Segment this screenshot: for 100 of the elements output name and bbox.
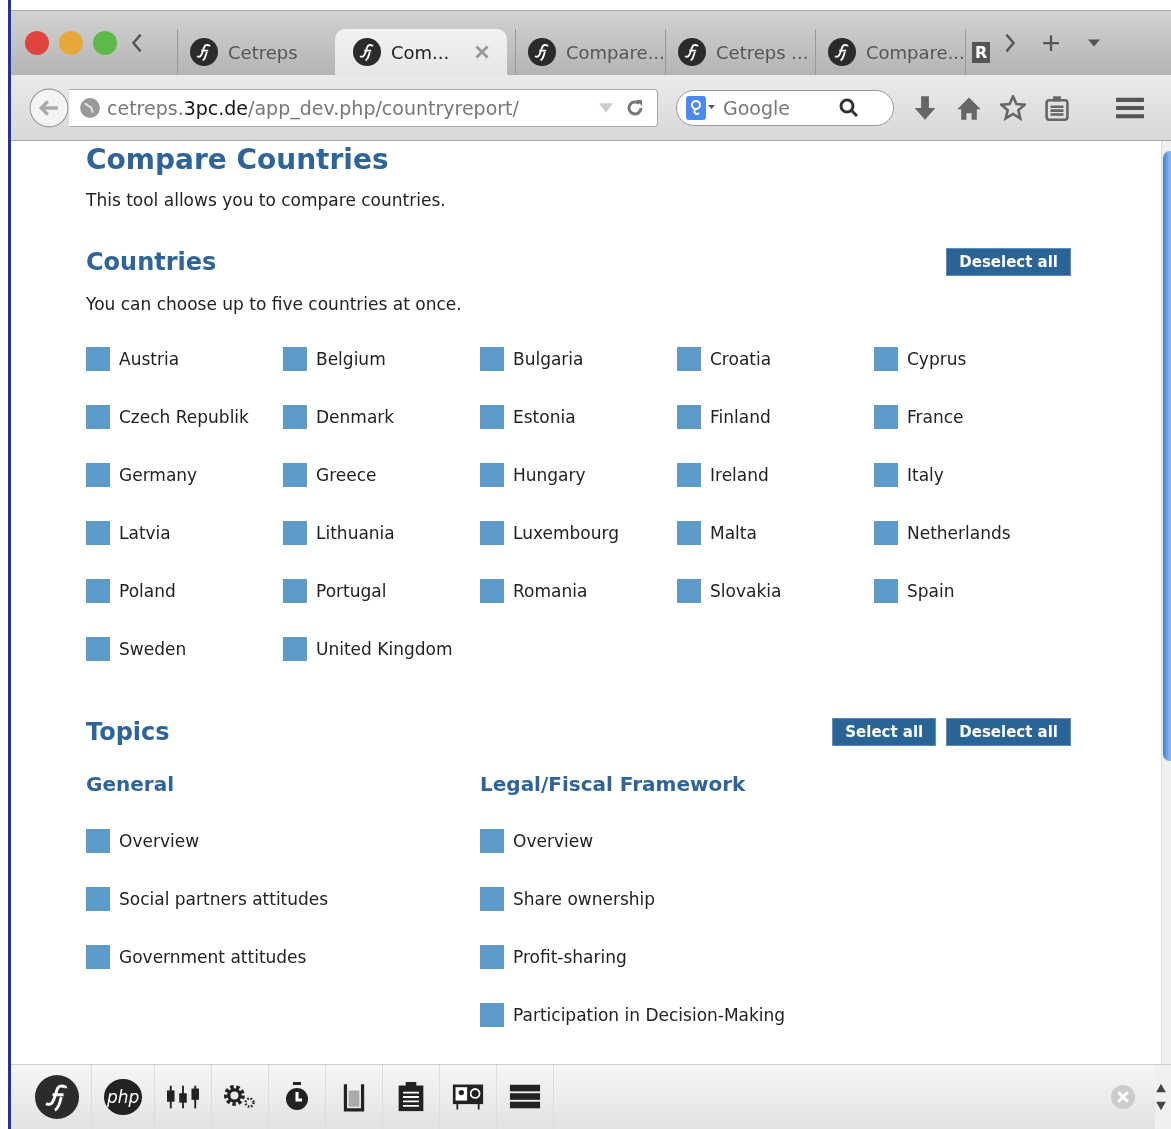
search-icon[interactable] — [839, 97, 859, 118]
checkbox[interactable] — [677, 463, 701, 487]
checkbox[interactable] — [283, 637, 307, 661]
checkbox[interactable] — [480, 945, 504, 969]
checkbox-label[interactable]: Profit-sharing — [513, 947, 627, 967]
checkbox-label[interactable]: Overview — [119, 831, 200, 851]
checkbox[interactable] — [874, 347, 898, 371]
checkbox[interactable] — [480, 829, 504, 853]
reading-list-icon[interactable] — [1044, 94, 1070, 121]
checkbox-label[interactable]: Cyprus — [907, 349, 967, 369]
checkbox[interactable] — [283, 463, 307, 487]
checkbox-label[interactable]: Hungary — [513, 465, 586, 485]
checkbox[interactable] — [677, 579, 701, 603]
checkbox-label[interactable]: Overview — [513, 831, 594, 851]
checkbox-label[interactable]: Belgium — [316, 349, 386, 369]
close-window-button[interactable] — [25, 31, 49, 55]
checkbox-label[interactable]: Croatia — [710, 349, 772, 369]
checkbox-label[interactable]: Austria — [119, 349, 180, 369]
dropdown-icon[interactable] — [1088, 39, 1101, 47]
scroll-right-icon[interactable] — [1004, 33, 1017, 53]
checkbox[interactable] — [677, 521, 701, 545]
checkbox-label[interactable]: Luxembourg — [513, 523, 619, 543]
deselect-all-button[interactable]: Deselect all — [946, 718, 1071, 746]
checkbox-label[interactable]: Netherlands — [907, 523, 1011, 543]
checkbox-label[interactable]: Government attitudes — [119, 947, 307, 967]
checkbox[interactable] — [86, 463, 110, 487]
checkbox-label[interactable]: Denmark — [316, 407, 395, 427]
reload-icon[interactable] — [625, 97, 645, 118]
checkbox[interactable] — [283, 347, 307, 371]
close-icon[interactable] — [1111, 1085, 1135, 1109]
checkbox[interactable] — [86, 887, 110, 911]
checkbox-label[interactable]: Germany — [119, 465, 198, 485]
scroll-left-icon[interactable] — [131, 33, 143, 53]
checkbox[interactable] — [480, 1003, 504, 1027]
checkbox-label[interactable]: Greece — [316, 465, 377, 485]
checkbox[interactable] — [86, 521, 110, 545]
checkbox[interactable] — [480, 463, 504, 487]
symfony-logo-icon — [828, 38, 856, 66]
checkbox-label[interactable]: Slovakia — [710, 581, 782, 601]
star-icon[interactable] — [1000, 94, 1026, 121]
checkbox[interactable] — [480, 405, 504, 429]
checkbox[interactable] — [86, 945, 110, 969]
section-heading: Topics — [86, 718, 170, 746]
checkbox[interactable] — [283, 521, 307, 545]
select-all-button[interactable]: Select all — [832, 718, 937, 746]
checkbox[interactable] — [86, 405, 110, 429]
search-bar[interactable]: Google — [676, 89, 894, 126]
address-bar[interactable]: cetreps.3pc.de/app_dev.php/countryreport/ — [69, 88, 658, 127]
search-engine-icon[interactable] — [685, 95, 717, 120]
checkbox[interactable] — [874, 463, 898, 487]
checkbox[interactable] — [480, 521, 504, 545]
checkbox-label[interactable]: Bulgaria — [513, 349, 584, 369]
checkbox[interactable] — [874, 521, 898, 545]
checkbox-label[interactable]: Estonia — [513, 407, 576, 427]
tab-title: Cetreps ... — [716, 41, 809, 63]
download-icon[interactable] — [912, 94, 938, 121]
checkbox[interactable] — [480, 347, 504, 371]
checkbox[interactable] — [480, 579, 504, 603]
checkbox-label[interactable]: Romania — [513, 581, 588, 601]
checkbox[interactable] — [283, 579, 307, 603]
checkbox[interactable] — [677, 405, 701, 429]
checkbox-label[interactable]: France — [907, 407, 964, 427]
deselect-all-button[interactable]: Deselect all — [946, 248, 1071, 276]
checkbox[interactable] — [86, 347, 110, 371]
checkbox[interactable] — [86, 637, 110, 661]
url-text: cetreps.3pc.de/app_dev.php/countryreport/ — [107, 96, 520, 119]
checkbox-label[interactable]: Poland — [119, 581, 176, 601]
checkbox-label[interactable]: Share ownership — [513, 889, 656, 909]
checkbox-label[interactable]: Sweden — [119, 639, 187, 659]
checkbox[interactable] — [86, 579, 110, 603]
checkbox-label[interactable]: Participation in Decision-Making — [513, 1005, 786, 1025]
php-badge[interactable]: php — [104, 1079, 143, 1115]
checkbox-label[interactable]: Social partners attitudes — [119, 889, 329, 909]
tab-favicon[interactable]: R — [972, 41, 991, 63]
symfony-logo-icon — [528, 38, 556, 66]
checkbox-label[interactable]: Finland — [710, 407, 771, 427]
checkbox-label[interactable]: Italy — [907, 465, 944, 485]
checkbox-label[interactable]: Spain — [907, 581, 955, 601]
checkbox-label[interactable]: United Kingdom — [316, 639, 453, 659]
minimize-window-button[interactable] — [59, 31, 83, 55]
checkbox-label[interactable]: Malta — [710, 523, 757, 543]
checkbox-label[interactable]: Latvia — [119, 523, 171, 543]
checkbox-label[interactable]: Ireland — [710, 465, 769, 485]
back-icon[interactable] — [29, 87, 69, 128]
browser-tab[interactable]: Com... — [335, 29, 507, 75]
checkbox-label[interactable]: Portugal — [316, 581, 387, 601]
checkbox-label[interactable]: Lithuania — [316, 523, 395, 543]
tab-title: Compare... — [866, 41, 965, 63]
checkbox-label[interactable]: Czech Republik — [119, 407, 249, 427]
zoom-window-button[interactable] — [93, 31, 117, 55]
checkbox[interactable] — [480, 887, 504, 911]
new-tab-icon[interactable] — [1042, 34, 1061, 52]
close-icon[interactable] — [475, 45, 489, 59]
checkbox[interactable] — [283, 405, 307, 429]
checkbox[interactable] — [874, 405, 898, 429]
tab-title: Com... — [391, 41, 451, 63]
checkbox[interactable] — [874, 579, 898, 603]
checkbox[interactable] — [677, 347, 701, 371]
contact-card-icon[interactable] — [452, 1082, 485, 1112]
checkbox[interactable] — [86, 829, 110, 853]
